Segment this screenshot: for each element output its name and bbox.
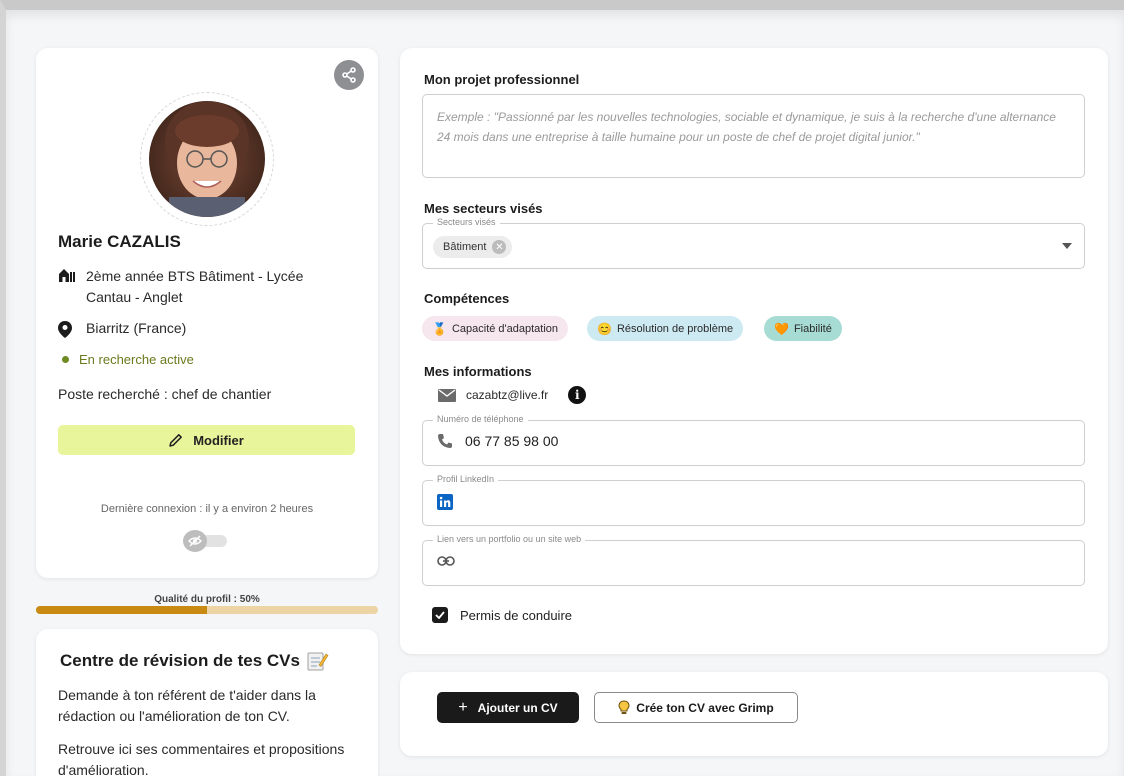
permis-checkbox[interactable] <box>432 607 448 623</box>
portfolio-legend: Lien vers un portfolio ou un site web <box>433 534 586 544</box>
email-text: cazabtz@live.fr <box>466 388 549 402</box>
portfolio-field[interactable]: Lien vers un portfolio ou un site web <box>422 534 1085 586</box>
status-text: En recherche active <box>79 352 194 367</box>
secteurs-select[interactable]: Secteurs visés Bâtiment ✕ <box>422 217 1085 269</box>
add-cv-label: Ajouter un CV <box>477 700 558 715</box>
cv-review-title-text: Centre de révision de tes CVs <box>60 651 300 670</box>
pencil-icon <box>169 434 183 447</box>
modifier-label: Modifier <box>193 432 244 448</box>
profile-quality-bar <box>36 606 378 614</box>
cv-review-text-1: Demande à ton référent de t'aider dans l… <box>58 687 316 724</box>
location-row: Biarritz (France) <box>58 320 186 338</box>
projet-placeholder: Exemple : "Passionné par les nouvelles t… <box>437 110 1056 144</box>
phone-legend: Numéro de téléphone <box>433 414 528 424</box>
permis-row[interactable]: Permis de conduire <box>432 607 572 623</box>
competences-label: Compétences <box>424 291 510 306</box>
visibility-toggle[interactable] <box>183 530 229 552</box>
heart-icon: 🧡 <box>774 321 789 336</box>
secteur-chip[interactable]: Bâtiment ✕ <box>433 236 513 258</box>
remove-chip-icon[interactable]: ✕ <box>492 240 507 254</box>
permis-label: Permis de conduire <box>460 607 572 623</box>
informations-label: Mes informations <box>424 364 532 379</box>
skill-label: Résolution de problème <box>616 322 734 335</box>
checkmark-icon <box>435 611 445 619</box>
linkedin-icon <box>437 494 453 510</box>
portfolio-value-row <box>437 556 455 566</box>
skill-label: Capacité d'adaptation <box>451 322 559 335</box>
modifier-button[interactable]: Modifier <box>58 425 355 455</box>
chevron-down-icon[interactable] <box>1062 243 1072 249</box>
profile-quality-label: Qualité du profil : 50% <box>154 594 260 605</box>
eye-off-icon <box>188 535 202 547</box>
profile-name: Marie CAZALIS <box>58 232 181 251</box>
linkedin-field[interactable]: Profil LinkedIn <box>422 474 1085 526</box>
projet-textarea[interactable]: Exemple : "Passionné par les nouvelles t… <box>422 94 1085 178</box>
skill-chip-fiabilite: 🧡 Fiabilité <box>764 316 842 341</box>
secteurs-label: Mes secteurs visés <box>424 201 543 216</box>
email-row: cazabtz@live.fr i <box>438 386 587 404</box>
add-cv-button[interactable]: + Ajouter un CV <box>437 692 579 723</box>
profile-details-card: Mon projet professionnel Exemple : "Pass… <box>400 48 1108 654</box>
link-icon <box>437 556 455 566</box>
smile-icon: 😊 <box>597 321 612 336</box>
linkedin-legend: Profil LinkedIn <box>433 474 499 484</box>
skill-chip-adaptation: 🏅 Capacité d'adaptation <box>422 316 569 341</box>
last-login: Dernière connexion : il y a environ 2 he… <box>100 503 314 515</box>
avatar-photo <box>149 101 265 217</box>
medal-icon: 🏅 <box>432 321 447 336</box>
phone-icon <box>438 434 452 448</box>
phone-value: 06 77 85 98 00 <box>465 433 559 449</box>
cv-review-card: Centre de révision de tes CVs Demande à … <box>36 629 378 776</box>
poste-recherche: Poste recherché : chef de chantier <box>58 386 272 402</box>
status-row: En recherche active <box>58 352 194 367</box>
location-text: Biarritz (France) <box>86 320 187 336</box>
phone-field[interactable]: Numéro de téléphone 06 77 85 98 00 <box>422 414 1085 466</box>
school-icon <box>58 266 86 308</box>
share-icon <box>342 67 356 83</box>
cv-review-title: Centre de révision de tes CVs <box>60 651 329 671</box>
grimp-cv-label: Crée ton CV avec Grimp <box>636 700 774 715</box>
share-button[interactable] <box>334 60 364 90</box>
lightbulb-icon <box>618 700 630 714</box>
avatar[interactable] <box>149 101 265 217</box>
mail-icon <box>438 388 456 402</box>
skill-chip-resolution: 😊 Résolution de problème <box>587 316 744 341</box>
avatar-frame <box>140 92 274 226</box>
grimp-cv-button[interactable]: Crée ton CV avec Grimp <box>594 692 798 723</box>
status-dot <box>62 356 69 363</box>
secteur-chip-label: Bâtiment <box>443 241 487 253</box>
school-row: 2ème année BTS Bâtiment - Lycée Cantau -… <box>58 266 338 308</box>
projet-label: Mon projet professionnel <box>424 72 580 87</box>
location-pin-icon <box>58 320 86 338</box>
cv-actions-card: + Ajouter un CV Crée ton CV avec Grimp <box>400 672 1108 756</box>
skill-label: Fiabilité <box>793 322 832 335</box>
toggle-knob <box>183 530 207 552</box>
profile-card: Marie CAZALIS 2ème année BTS Bâtiment - … <box>36 48 378 578</box>
linkedin-value-row <box>437 494 453 510</box>
cv-review-text-2: Retrouve ici ses commentaires et proposi… <box>58 741 345 776</box>
phone-value-row: 06 77 85 98 00 <box>437 433 558 449</box>
info-icon[interactable]: i <box>568 386 587 404</box>
plus-icon: + <box>458 698 468 716</box>
profile-quality-fill <box>36 606 207 614</box>
school-text: 2ème année BTS Bâtiment - Lycée Cantau -… <box>86 268 304 305</box>
memo-icon <box>307 652 329 671</box>
secteurs-legend: Secteurs visés <box>433 217 500 227</box>
